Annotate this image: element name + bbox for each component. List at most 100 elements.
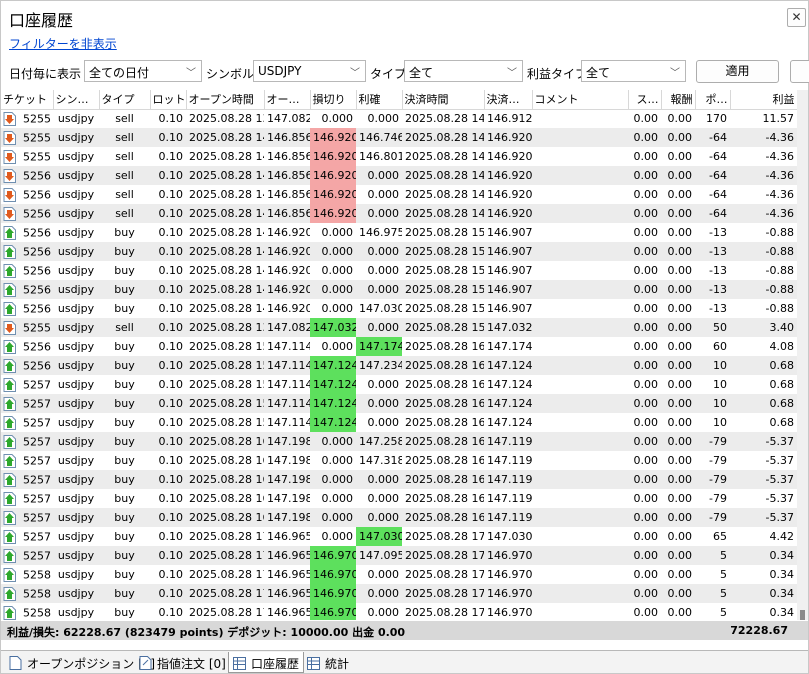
extra-button[interactable] (790, 60, 809, 83)
swap-cell: 0.00 (628, 394, 661, 413)
ticket-number: 5255 (23, 131, 51, 144)
sell-icon (3, 149, 17, 164)
summary-bar: 利益/損失: 62228.67 (823479 points) デポジット: 1… (1, 621, 808, 640)
table-row[interactable]: 5256usdjpybuy0.102025.08.28 14:44146.920… (1, 280, 797, 299)
column-header[interactable]: コメント (532, 90, 629, 110)
table-row[interactable]: 5257usdjpybuy0.102025.08.28 16:28147.198… (1, 432, 797, 451)
column-header[interactable]: オープン時間 (186, 90, 265, 110)
hide-filter-link[interactable]: フィルターを非表示 (9, 35, 117, 52)
table-row[interactable]: 5256usdjpysell0.102025.08.28 14:24146.85… (1, 185, 797, 204)
type-select[interactable]: 全て ﹀ (404, 60, 523, 82)
table-row[interactable]: 5258usdjpybuy0.102025.08.28 17:43146.965… (1, 603, 797, 620)
points-cell: -13 (709, 264, 727, 277)
column-header[interactable]: シン… (53, 90, 100, 110)
table-row[interactable]: 5257usdjpybuy0.102025.08.28 16:28147.198… (1, 451, 797, 470)
column-header[interactable]: チケット (1, 90, 54, 110)
column-header[interactable]: オー… (264, 90, 311, 110)
buy-icon (3, 377, 17, 392)
table-row[interactable]: 5257usdjpybuy0.102025.08.28 15:58147.114… (1, 375, 797, 394)
profit-type-value: 全て (586, 66, 611, 80)
table-row[interactable]: 5256usdjpybuy0.102025.08.28 14:44146.920… (1, 223, 797, 242)
column-header[interactable]: 決済… (484, 90, 533, 110)
close-time-cell: 2025.08.28 15:04 (402, 280, 484, 299)
stop-loss-cell: 0.000 (310, 432, 356, 451)
close-price-cell: 147.030 (487, 530, 532, 543)
tab-2[interactable]: 口座履歴 (228, 652, 305, 673)
ticket-cell: 5256 (1, 166, 53, 185)
stop-loss-cell: 0.000 (310, 470, 356, 489)
ticket-cell: 5257 (1, 527, 53, 546)
comment-cell (532, 280, 628, 299)
table-row[interactable]: 5256usdjpysell0.102025.08.28 14:24146.85… (1, 204, 797, 223)
open-price-cell: 146.965 (267, 606, 310, 619)
tab-3[interactable]: 統計 (303, 652, 353, 673)
profit-type-select[interactable]: 全て ﹀ (581, 60, 686, 82)
table-row[interactable]: 5256usdjpybuy0.102025.08.28 15:58147.114… (1, 356, 797, 375)
stop-loss-cell: 0.000 (321, 340, 354, 353)
take-profit-cell: 0.000 (356, 280, 402, 299)
take-profit-cell: 147.258 (356, 432, 402, 451)
table-row[interactable]: 5256usdjpybuy0.102025.08.28 14:44146.920… (1, 299, 797, 318)
table-row[interactable]: 5258usdjpybuy0.102025.08.28 17:43146.965… (1, 565, 797, 584)
column-header[interactable]: ロット (150, 90, 187, 110)
table-row[interactable]: 5257usdjpybuy0.102025.08.28 15:58147.114… (1, 394, 797, 413)
column-header[interactable]: タイプ (99, 90, 151, 110)
table-row[interactable]: 5256usdjpysell0.102025.08.28 14:24146.85… (1, 166, 797, 185)
apply-button[interactable]: 適用 (696, 60, 779, 83)
open-time-cell: 2025.08.28 15:58 (186, 356, 264, 375)
close-time-cell: 2025.08.28 14:44 (402, 204, 484, 223)
column-header[interactable]: 利益 (730, 90, 797, 110)
symbol-select[interactable]: USDJPY ﹀ (253, 60, 366, 82)
ticket-number: 5255 (23, 150, 51, 163)
table-row[interactable]: 5256usdjpybuy0.102025.08.28 14:44146.920… (1, 261, 797, 280)
take-profit-cell: 147.234 (356, 356, 402, 375)
comment-cell (532, 318, 628, 337)
stop-loss-cell: 0.000 (321, 226, 354, 239)
table-row[interactable]: 5257usdjpybuy0.102025.08.28 16:28147.198… (1, 508, 797, 527)
symbol-cell: usdjpy (53, 584, 99, 603)
scrollbar-thumb[interactable] (800, 610, 805, 620)
symbol-cell: usdjpy (57, 150, 95, 163)
take-profit-cell: 0.000 (356, 508, 402, 527)
open-time-cell: 2025.08.28 14:44 (189, 302, 264, 315)
comment-cell (532, 166, 628, 185)
pending-order-icon (139, 656, 152, 670)
stop-loss-cell: 146.970 (310, 546, 356, 565)
close-button[interactable]: ✕ (787, 8, 806, 27)
column-header[interactable]: ポ… (695, 90, 731, 110)
ticket-cell: 5256 (1, 299, 53, 318)
table-row[interactable]: 5257usdjpybuy0.102025.08.28 17:43146.965… (1, 527, 797, 546)
column-header[interactable]: 損切り (310, 90, 357, 110)
open-time-cell: 2025.08.28 15:58 (189, 378, 264, 391)
table-row[interactable]: 5257usdjpybuy0.102025.08.28 15:58147.114… (1, 413, 797, 432)
vertical-scrollbar[interactable] (797, 90, 808, 620)
column-header[interactable]: 利確 (356, 90, 403, 110)
take-profit-cell: 0.000 (367, 264, 400, 277)
table-row[interactable]: 5256usdjpybuy0.102025.08.28 15:58147.114… (1, 337, 797, 356)
open-time-cell: 2025.08.28 14:44 (186, 242, 264, 261)
table-row[interactable]: 5255usdjpysell0.102025.08.28 14:24146.85… (1, 147, 797, 166)
open-price-cell: 146.856 (264, 128, 310, 147)
profit-cell: -4.36 (765, 188, 794, 201)
table-row[interactable]: 5257usdjpybuy0.102025.08.28 16:28147.198… (1, 489, 797, 508)
column-header[interactable]: 報酬 (661, 90, 696, 110)
table-row[interactable]: 5257usdjpybuy0.102025.08.28 16:28147.198… (1, 470, 797, 489)
commission-cell: 0.00 (661, 508, 695, 527)
table-row[interactable]: 5258usdjpybuy0.102025.08.28 17:43146.965… (1, 584, 797, 603)
buy-icon (3, 415, 17, 430)
buy-icon (3, 548, 17, 563)
column-header[interactable]: 決済時間 (402, 90, 485, 110)
table-row[interactable]: 5255usdjpysell0.102025.08.28 14:24146.85… (1, 128, 797, 147)
close-price-cell: 147.032 (484, 318, 532, 337)
period-select[interactable]: 全ての日付 ﹀ (84, 60, 202, 82)
table-row[interactable]: 5257usdjpybuy0.102025.08.28 17:43146.965… (1, 546, 797, 565)
table-row[interactable]: 5255usdjpysell0.102025.08.28 13:11147.08… (1, 109, 797, 128)
take-profit-cell: 0.000 (367, 416, 400, 429)
close-time-cell: 2025.08.28 16:34 (402, 508, 484, 527)
close-price-cell: 147.124 (487, 416, 532, 429)
symbol-cell: usdjpy (57, 378, 95, 391)
table-row[interactable]: 5255usdjpysell0.102025.08.28 13:11147.08… (1, 318, 797, 337)
column-header[interactable]: ス… (628, 90, 662, 110)
tab-1[interactable]: 指値注文 [0] (135, 652, 230, 673)
table-row[interactable]: 5256usdjpybuy0.102025.08.28 14:44146.920… (1, 242, 797, 261)
